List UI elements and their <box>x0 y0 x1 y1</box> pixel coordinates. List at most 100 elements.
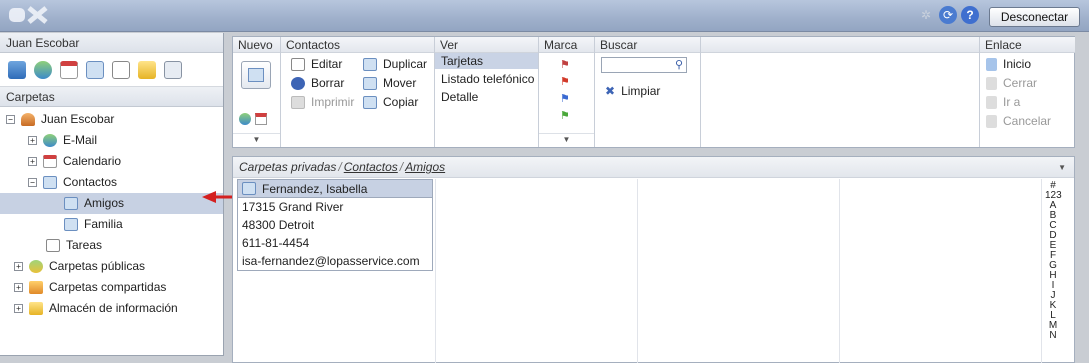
expand-toggle[interactable]: + <box>14 304 23 313</box>
crumb-amigos[interactable]: Amigos <box>405 160 445 174</box>
cancel-label: Cancelar <box>1003 114 1052 128</box>
clear-icon: ✖ <box>605 84 616 98</box>
magnifier-icon[interactable]: ⚲ <box>675 58 683 71</box>
top-bar: ✲ ⟳ ? Desconectar <box>0 0 1089 32</box>
email-icon[interactable] <box>34 60 52 79</box>
contacts-icon[interactable] <box>86 60 104 79</box>
clear-search-button[interactable]: ✖ Limpiar <box>605 83 660 99</box>
tree-item-label: Calendario <box>63 154 122 168</box>
contacts-folder-icon <box>64 197 78 210</box>
search-icon[interactable] <box>164 60 182 79</box>
print-label: Imprimir <box>311 95 355 109</box>
calendar-icon[interactable] <box>60 60 78 79</box>
flag-green-icon[interactable]: ⚑ <box>560 109 570 122</box>
contact-card-header[interactable]: Fernandez, Isabella <box>238 180 432 198</box>
chevron-down-icon[interactable]: ▼ <box>233 133 280 145</box>
link-close-button[interactable]: Cerrar <box>986 75 1051 91</box>
user-folder-icon <box>21 113 35 126</box>
chevron-down-icon[interactable]: ▼ <box>1058 163 1066 172</box>
delete-icon <box>291 76 305 90</box>
chevron-down-icon[interactable]: ▼ <box>539 133 594 145</box>
folder-tree: − Juan Escobar + E-Mail + Calendario − C… <box>0 107 223 319</box>
contact-card[interactable]: Fernandez, Isabella 17315 Grand River 48… <box>237 179 433 271</box>
tree-item-carpetas-publicas[interactable]: + Carpetas públicas <box>0 256 223 277</box>
duplicate-button[interactable]: Duplicar <box>363 56 427 72</box>
expand-toggle[interactable]: + <box>14 262 23 271</box>
section-title: Contactos <box>281 37 434 53</box>
folders-header: Carpetas <box>0 87 223 107</box>
edit-label: Editar <box>311 57 343 71</box>
new-email-icon[interactable] <box>239 113 251 125</box>
infostore-icon[interactable] <box>138 60 156 79</box>
contact-card-icon <box>242 182 256 195</box>
contact-name: Fernandez, Isabella <box>262 181 368 196</box>
expand-toggle[interactable]: + <box>28 136 37 145</box>
link-goto-button[interactable]: Ir a <box>986 94 1051 110</box>
view-cards-option[interactable]: Tarjetas <box>435 53 538 69</box>
search-input[interactable]: ⚲ <box>601 57 687 73</box>
home-label: Inicio <box>1003 57 1032 71</box>
column-divider <box>435 179 436 363</box>
tree-item-carpetas-compartidas[interactable]: + Carpetas compartidas <box>0 277 223 298</box>
reload-icon[interactable]: ⟳ <box>939 6 957 24</box>
expand-toggle[interactable]: + <box>28 157 37 166</box>
tasks-icon[interactable] <box>112 60 130 79</box>
contact-city: 48300 Detroit <box>242 218 315 232</box>
section-title: Ver <box>435 37 538 53</box>
tree-item-almacen[interactable]: + Almacén de información <box>0 298 223 319</box>
refresh-spinner-icon[interactable]: ✲ <box>917 6 935 24</box>
top-icon-group: ✲ ⟳ ? <box>917 6 979 24</box>
move-button[interactable]: Mover <box>363 75 427 91</box>
public-folder-icon <box>29 260 43 273</box>
flag-clear-icon[interactable]: ⚑ <box>560 58 570 71</box>
contact-email[interactable]: isa-fernandez@lopasservice.com <box>238 252 432 270</box>
tree-item-email[interactable]: + E-Mail <box>0 130 223 151</box>
tree-item-label: Familia <box>84 217 123 231</box>
tree-item-familia[interactable]: Familia <box>0 214 223 235</box>
section-title: Nuevo <box>233 37 280 53</box>
view-detail-option[interactable]: Detalle <box>435 89 538 105</box>
alpha-letter[interactable]: N <box>1045 331 1061 341</box>
new-contact-button[interactable] <box>241 61 271 89</box>
tree-item-calendario[interactable]: + Calendario <box>0 151 223 172</box>
help-icon[interactable]: ? <box>961 6 979 24</box>
view-phonelist-option[interactable]: Listado telefónico <box>435 71 538 87</box>
tree-item-contactos[interactable]: − Contactos <box>0 172 223 193</box>
crumb-separator: / <box>399 160 404 174</box>
tree-item-tareas[interactable]: Tareas <box>0 235 223 256</box>
collapse-toggle[interactable]: − <box>28 178 37 187</box>
goto-label: Ir a <box>1003 95 1021 109</box>
left-panel: Juan Escobar Carpetas − Juan Escobar + E… <box>0 33 224 356</box>
delete-button[interactable]: Borrar <box>291 75 354 91</box>
expand-toggle[interactable]: + <box>14 283 23 292</box>
toolbar-section-contactos: Contactos Editar Borrar Imprimir Duplica… <box>281 37 435 147</box>
portal-icon[interactable] <box>8 60 26 79</box>
edit-button[interactable]: Editar <box>291 56 354 72</box>
tree-item-label: Carpetas compartidas <box>49 280 167 294</box>
crumb-contacts[interactable]: Contactos <box>344 160 398 174</box>
email-folder-icon <box>43 134 57 147</box>
tree-item-amigos[interactable]: Amigos <box>0 193 223 214</box>
toolbar-filler <box>701 37 979 147</box>
collapse-toggle[interactable]: − <box>6 115 15 124</box>
contact-phone: 611-81-4454 <box>242 236 310 250</box>
close-link-icon <box>986 76 997 90</box>
crumb-private-folders[interactable]: Carpetas privadas <box>239 160 336 174</box>
tree-item-label: Contactos <box>63 175 118 189</box>
edit-icon <box>291 57 305 71</box>
print-button[interactable]: Imprimir <box>291 94 354 110</box>
cancel-link-icon <box>986 114 997 128</box>
crumb-separator: / <box>338 160 342 174</box>
new-appointment-icon[interactable] <box>255 113 267 125</box>
flag-red-icon[interactable]: ⚑ <box>560 75 570 88</box>
new-contact-icon <box>248 68 264 82</box>
toolbar-section-marca: Marca ⚑ ⚑ ⚑ ⚑ ▼ <box>539 37 595 147</box>
flag-blue-icon[interactable]: ⚑ <box>560 92 570 105</box>
tree-item-juan-escobar[interactable]: − Juan Escobar <box>0 109 223 130</box>
move-label: Mover <box>383 76 417 90</box>
link-home-button[interactable]: Inicio <box>986 56 1051 72</box>
column-divider <box>637 179 638 363</box>
copy-button[interactable]: Copiar <box>363 94 427 110</box>
link-cancel-button[interactable]: Cancelar <box>986 113 1051 129</box>
disconnect-button[interactable]: Desconectar <box>989 7 1080 27</box>
